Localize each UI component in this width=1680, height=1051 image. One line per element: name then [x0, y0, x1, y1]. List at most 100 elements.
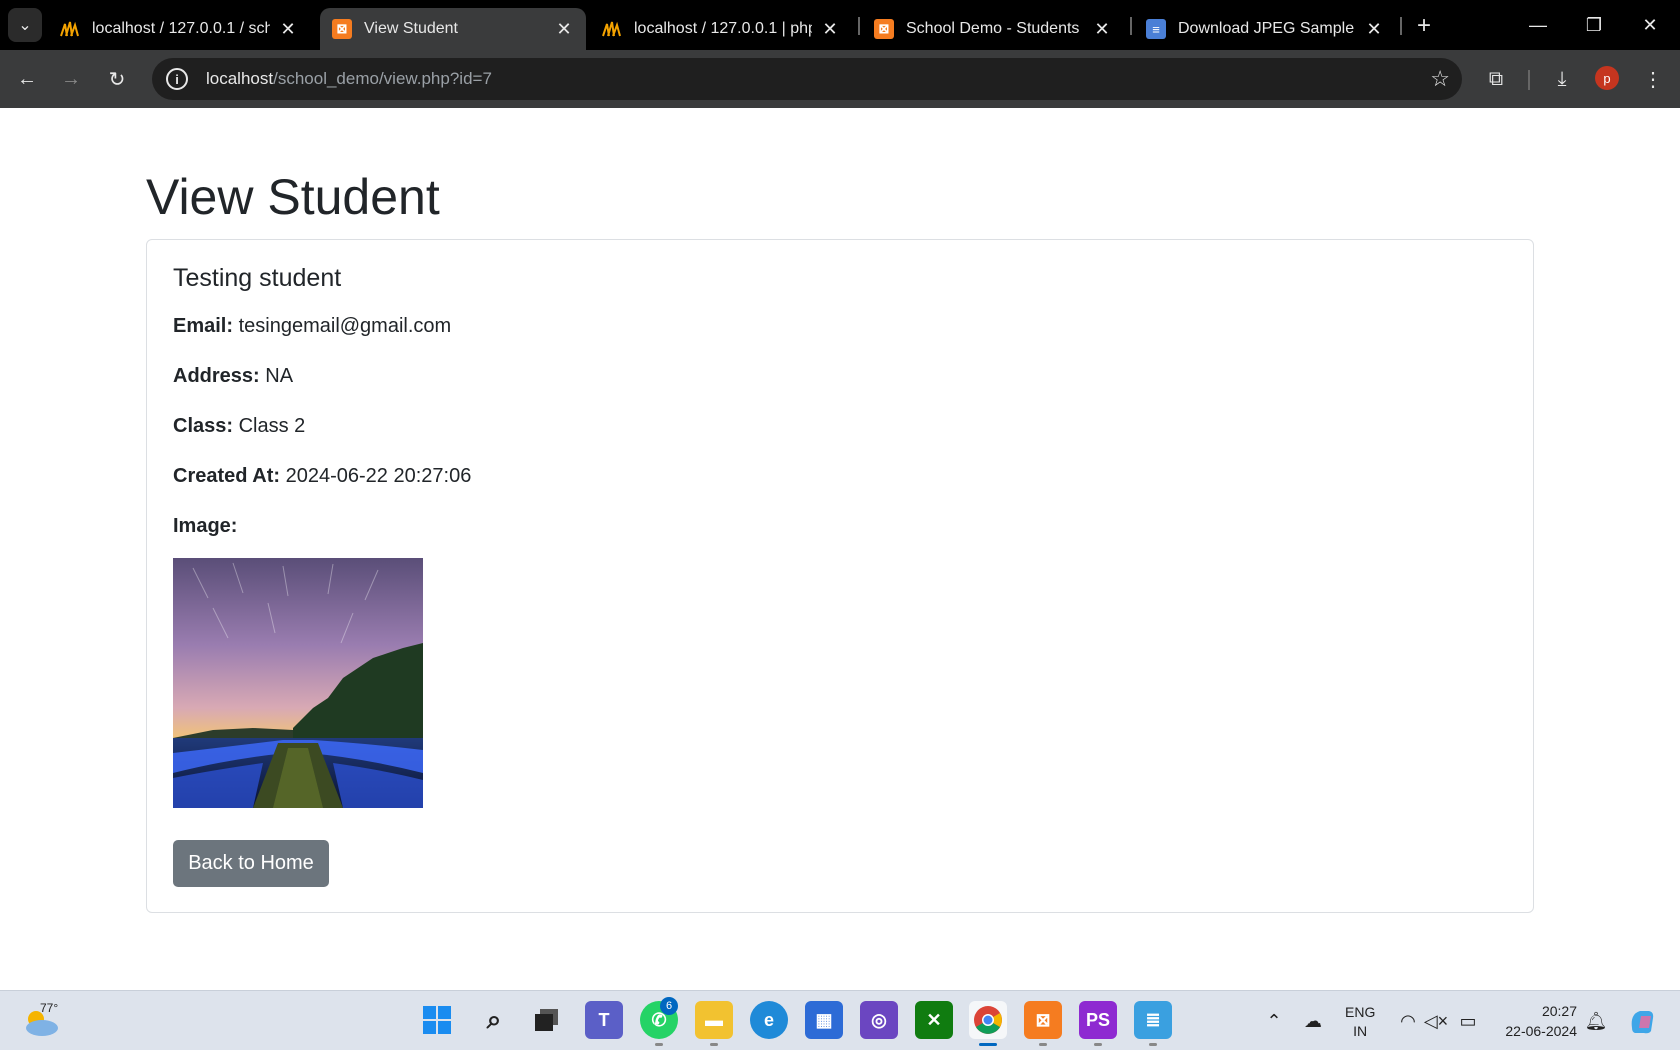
image-label: Image:: [173, 515, 238, 537]
xbox-icon: ✕: [926, 1009, 942, 1030]
clock-date: 22-06-2024: [1505, 1023, 1577, 1039]
created-at-row: Created At: 2024-06-22 20:27:06: [173, 465, 471, 488]
bell-icon: 🔔︎: [1584, 1010, 1608, 1031]
teams-icon: T: [598, 1009, 610, 1030]
edge-app[interactable]: e: [750, 1001, 788, 1039]
running-indicator: [710, 1043, 718, 1046]
running-indicator: [1039, 1043, 1047, 1046]
task-view-button[interactable]: [528, 1001, 566, 1039]
phpstorm-app[interactable]: PS: [1079, 1001, 1117, 1039]
close-icon[interactable]: ✕: [820, 19, 840, 39]
close-icon[interactable]: ✕: [1092, 19, 1112, 39]
photos-app[interactable]: ◎: [860, 1001, 898, 1039]
notifications-button[interactable]: 🔔︎: [1583, 991, 1609, 1051]
edge-icon: e: [763, 1009, 774, 1030]
file-explorer-app[interactable]: ▬: [695, 1001, 733, 1039]
tab-school-demo-students[interactable]: ⊠ School Demo - Students ✕: [862, 8, 1124, 50]
page-title: View Student: [146, 169, 440, 225]
chrome-app[interactable]: [969, 1001, 1007, 1039]
profile-avatar[interactable]: p: [1595, 66, 1619, 90]
address-host: localhost: [206, 69, 274, 88]
xampp-icon: ⊠: [874, 19, 894, 39]
tab-download-jpeg[interactable]: ≡ Download JPEG Sample File ✕: [1134, 8, 1396, 50]
task-view-icon: [535, 1009, 558, 1031]
minimize-icon: —: [1529, 14, 1547, 35]
forward-button[interactable]: →: [54, 62, 88, 96]
email-label: Email:: [173, 315, 234, 337]
extensions-button[interactable]: ⧉: [1479, 62, 1513, 96]
store-app[interactable]: ▦: [805, 1001, 843, 1039]
cloud-icon: ☁: [1304, 1010, 1322, 1031]
tab-view-student[interactable]: ⊠ View Student ✕: [320, 8, 586, 50]
running-indicator: [655, 1043, 663, 1046]
tab-title: localhost / 127.0.0.1 | phpM: [634, 20, 812, 37]
close-icon[interactable]: ✕: [554, 19, 574, 39]
restore-button[interactable]: ❐: [1566, 0, 1622, 50]
site-info-icon[interactable]: i: [166, 68, 188, 90]
arrow-right-icon: →: [61, 67, 81, 90]
close-window-button[interactable]: ✕: [1622, 0, 1678, 50]
search-icon: ⌕: [486, 1004, 502, 1034]
folder-icon: ▬: [705, 1009, 723, 1030]
puzzle-icon: ⧉: [1488, 67, 1504, 90]
more-vertical-icon: ⋮: [1643, 68, 1663, 91]
language-region: IN: [1353, 1023, 1368, 1039]
email-row: Email: tesingemail@gmail.com: [173, 315, 451, 338]
notepad-icon: ≣: [1145, 1009, 1161, 1030]
xbox-app[interactable]: ✕: [915, 1001, 953, 1039]
reload-button[interactable]: ↻: [100, 62, 134, 96]
created-at-value: 2024-06-22 20:27:06: [285, 465, 472, 487]
image-row: Image:: [173, 515, 237, 538]
running-indicator: [1149, 1043, 1157, 1046]
battery-tray[interactable]: ▭: [1455, 991, 1481, 1051]
downloads-button[interactable]: ⤓: [1545, 62, 1579, 96]
close-icon[interactable]: ✕: [278, 19, 298, 39]
store-icon: ▦: [815, 1009, 833, 1030]
bookmark-star-icon[interactable]: ☆: [1430, 66, 1450, 92]
wifi-tray[interactable]: ◠: [1395, 991, 1421, 1051]
tab-title: Download JPEG Sample File: [1178, 20, 1356, 37]
copilot-button[interactable]: [1622, 991, 1662, 1051]
tab-title: View Student: [364, 20, 458, 37]
teams-app[interactable]: T: [585, 1001, 623, 1039]
volume-tray[interactable]: ◁×: [1423, 991, 1449, 1051]
whatsapp-notification-badge: 6: [660, 997, 678, 1015]
new-tab-button[interactable]: +: [1410, 12, 1438, 40]
back-to-home-button[interactable]: Back to Home: [173, 840, 329, 887]
onedrive-tray[interactable]: ☁: [1300, 991, 1326, 1051]
address-url[interactable]: localhost/school_demo/view.php?id=7: [206, 69, 492, 89]
clock[interactable]: 20:27 22-06-2024: [1495, 1001, 1577, 1041]
tab-separator: [858, 17, 860, 35]
browser-toolbar: ← → ↻ i localhost/school_demo/view.php?i…: [0, 50, 1680, 108]
volume-muted-icon: ◁×: [1423, 1010, 1449, 1031]
student-card: Testing student Email: tesingemail@gmail…: [146, 239, 1534, 913]
tab-title: localhost / 127.0.0.1 / schoo: [92, 20, 270, 37]
xampp-icon: ⊠: [332, 19, 352, 39]
menu-button[interactable]: ⋮: [1636, 62, 1670, 96]
running-indicator-active: [979, 1043, 997, 1046]
minimize-button[interactable]: —: [1510, 0, 1566, 50]
show-hidden-icons-button[interactable]: ⌃: [1262, 991, 1286, 1051]
close-icon[interactable]: ✕: [1364, 19, 1384, 39]
class-value: Class 2: [238, 415, 306, 437]
class-row: Class: Class 2: [173, 415, 305, 438]
xampp-icon: ⊠: [1035, 1009, 1051, 1030]
address-value: NA: [265, 365, 294, 387]
back-button[interactable]: ←: [10, 62, 44, 96]
restore-icon: ❐: [1585, 14, 1603, 35]
xampp-app[interactable]: ⊠: [1024, 1001, 1062, 1039]
address-path: /school_demo/view.php?id=7: [273, 69, 492, 88]
tab-phpmyadmin-1[interactable]: localhost / 127.0.0.1 / schoo ✕: [48, 8, 310, 50]
copilot-icon: [1631, 1011, 1654, 1034]
weather-temperature: 77°: [40, 1001, 59, 1015]
language-indicator[interactable]: ENG IN: [1345, 1003, 1375, 1041]
tab-search-button[interactable]: ⌄: [8, 8, 42, 42]
close-icon: ✕: [1642, 14, 1658, 35]
start-button[interactable]: [418, 1001, 456, 1039]
address-bar[interactable]: i localhost/school_demo/view.php?id=7 ☆: [152, 58, 1462, 100]
document-icon: ≡: [1146, 19, 1166, 39]
search-button[interactable]: ⌕: [475, 1001, 513, 1039]
tab-phpmyadmin-2[interactable]: localhost / 127.0.0.1 | phpM ✕: [590, 8, 852, 50]
chrome-icon: [974, 1006, 1002, 1034]
notepad-app[interactable]: ≣: [1134, 1001, 1172, 1039]
